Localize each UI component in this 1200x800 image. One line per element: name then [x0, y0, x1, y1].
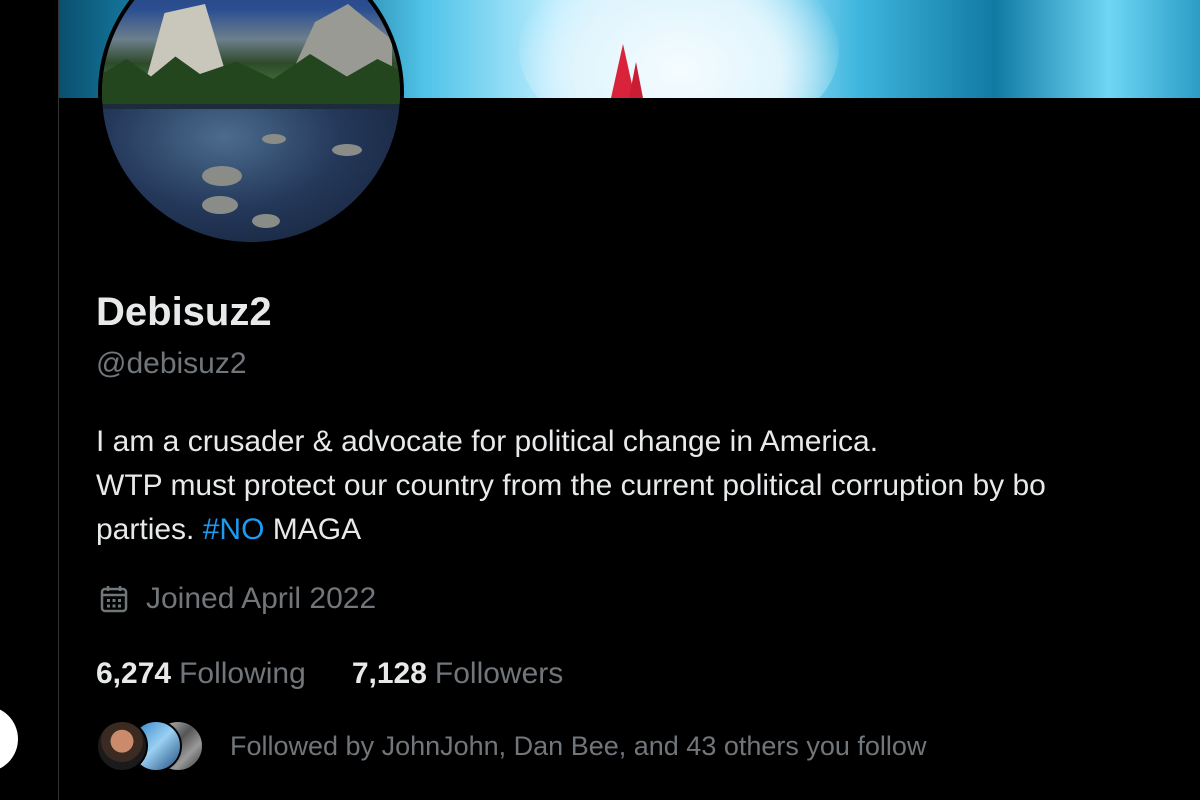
profile-display-name: Debisuz2 [96, 290, 272, 334]
column-divider [58, 0, 59, 800]
hashtag-link[interactable]: #NO [203, 513, 265, 546]
followers-count: 7,128 [351, 657, 427, 690]
profile-avatar[interactable] [98, 0, 404, 246]
following-count: 6,274 [96, 657, 172, 690]
avatar-rock [202, 166, 242, 186]
following-label: Following [179, 657, 306, 690]
avatar-river [102, 109, 400, 242]
followed-by-avatars [96, 720, 206, 772]
following-link[interactable]: 6,274 Following [96, 657, 306, 691]
follow-stats: 6,274 Following 7,128 Followers [96, 657, 563, 691]
avatar-rock [332, 144, 362, 156]
bio-line: I am a crusader & advocate for political… [96, 425, 879, 458]
bio-text: MAGA [264, 513, 362, 546]
calendar-icon [100, 585, 128, 613]
avatar [96, 720, 148, 772]
followed-by-row[interactable]: Followed by JohnJohn, Dan Bee, and 43 ot… [96, 720, 926, 772]
followers-label: Followers [434, 657, 564, 690]
profile-bio: I am a crusader & advocate for political… [96, 420, 1200, 552]
avatar-rock [202, 196, 238, 214]
banner-sail-small [629, 62, 643, 98]
avatar-rock [252, 214, 280, 228]
profile-handle: @debisuz2 [96, 347, 247, 380]
followed-by-text: Followed by JohnJohn, Dan Bee, and 43 ot… [230, 730, 927, 761]
bio-line: parties. #NO MAGA [96, 508, 1200, 552]
joined-text: Joined April 2022 [146, 582, 377, 615]
joined-date: Joined April 2022 [96, 582, 376, 616]
bio-line: WTP must protect our country from the cu… [96, 469, 1046, 502]
left-nav-strip [0, 0, 58, 800]
avatar-rock [262, 134, 286, 144]
followers-link[interactable]: 7,128 Followers [352, 657, 563, 691]
banner-ice-arch [519, 0, 839, 98]
bio-text: parties. [96, 513, 203, 546]
